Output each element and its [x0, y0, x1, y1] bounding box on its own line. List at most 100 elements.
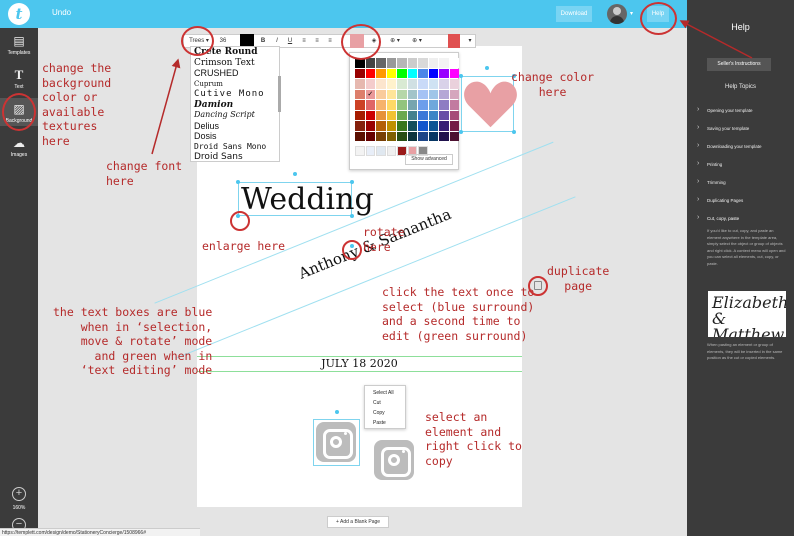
- recent-color-swatch[interactable]: [365, 146, 375, 156]
- color-swatch[interactable]: [418, 89, 428, 99]
- color-swatch[interactable]: [418, 79, 428, 89]
- color-swatch[interactable]: [365, 58, 375, 68]
- zoom-in-button[interactable]: +: [12, 487, 26, 501]
- color-swatch[interactable]: [376, 110, 386, 120]
- color-swatch[interactable]: [376, 89, 386, 99]
- color-swatch[interactable]: [449, 89, 459, 99]
- heart-shape[interactable]: [463, 78, 518, 130]
- color-swatch[interactable]: [386, 68, 396, 78]
- color-swatch[interactable]: [355, 68, 365, 78]
- color-swatch[interactable]: [365, 110, 375, 120]
- resize-handle[interactable]: [459, 130, 463, 134]
- color-swatch[interactable]: [355, 110, 365, 120]
- context-menu-item[interactable]: Select All: [365, 388, 405, 398]
- help-topic-item[interactable]: Duplicating Pages: [697, 196, 789, 216]
- color-swatch[interactable]: [449, 100, 459, 110]
- more-options-icon[interactable]: ▾: [465, 35, 475, 47]
- wedding-date[interactable]: JULY 18 2020: [197, 356, 522, 372]
- font-option[interactable]: Droid Sans Mono: [191, 142, 279, 153]
- resize-handle[interactable]: [512, 130, 516, 134]
- color-swatch[interactable]: [407, 58, 417, 68]
- color-swatch[interactable]: [355, 131, 365, 141]
- recent-color-swatch[interactable]: [355, 146, 365, 156]
- color-swatch[interactable]: [449, 121, 459, 131]
- color-swatch[interactable]: [386, 89, 396, 99]
- color-swatch[interactable]: [376, 68, 386, 78]
- color-swatch[interactable]: [397, 79, 407, 89]
- wedding-title[interactable]: Wedding: [241, 182, 374, 217]
- color-swatch[interactable]: [418, 121, 428, 131]
- color-swatch[interactable]: [449, 110, 459, 120]
- color-swatch[interactable]: [376, 121, 386, 131]
- color-swatch[interactable]: [428, 110, 438, 120]
- help-topic-item[interactable]: Trimming: [697, 178, 789, 198]
- help-topic-item[interactable]: Downloading your template: [697, 142, 789, 162]
- color-swatch[interactable]: [407, 131, 417, 141]
- color-swatch[interactable]: [397, 121, 407, 131]
- color-swatch[interactable]: [355, 100, 365, 110]
- color-swatch[interactable]: [365, 68, 375, 78]
- font-option[interactable]: Crimson Text: [191, 58, 279, 69]
- help-topic-item[interactable]: Saving your template: [697, 124, 789, 144]
- resize-handle[interactable]: [350, 180, 354, 184]
- color-swatch[interactable]: [376, 79, 386, 89]
- color-swatch[interactable]: [365, 79, 375, 89]
- color-swatch[interactable]: [386, 121, 396, 131]
- font-option[interactable]: Cutive Mono: [191, 89, 279, 100]
- color-swatch[interactable]: [397, 110, 407, 120]
- align-center-icon[interactable]: ≡: [312, 35, 322, 47]
- color-swatch[interactable]: [428, 89, 438, 99]
- help-topic-item[interactable]: Opening your template: [697, 106, 789, 126]
- color-swatch[interactable]: [418, 110, 428, 120]
- color-swatch[interactable]: [439, 68, 449, 78]
- color-swatch[interactable]: [439, 79, 449, 89]
- arrange-icon[interactable]: ⊕ ▾: [408, 35, 426, 47]
- instagram-icon[interactable]: [316, 422, 356, 462]
- color-swatch[interactable]: [428, 68, 438, 78]
- font-scrollbar[interactable]: [278, 76, 281, 112]
- rotate-handle[interactable]: [293, 172, 297, 176]
- color-swatch[interactable]: [439, 110, 449, 120]
- color-swatch[interactable]: [449, 131, 459, 141]
- color-swatch[interactable]: [418, 68, 428, 78]
- color-swatch[interactable]: [397, 89, 407, 99]
- underline-button[interactable]: U: [285, 35, 295, 47]
- color-swatch[interactable]: [439, 100, 449, 110]
- context-menu-item[interactable]: Cut: [365, 398, 405, 408]
- color-swatch[interactable]: [376, 100, 386, 110]
- align-left-icon[interactable]: ≡: [299, 35, 309, 47]
- color-swatch[interactable]: [418, 100, 428, 110]
- color-swatch[interactable]: [407, 89, 417, 99]
- sidebar-item-text[interactable]: T Text: [0, 68, 38, 91]
- color-swatch[interactable]: ✓: [365, 89, 375, 99]
- color-swatch[interactable]: [428, 121, 438, 131]
- color-swatch[interactable]: [365, 100, 375, 110]
- color-swatch[interactable]: [407, 68, 417, 78]
- color-swatch[interactable]: [449, 68, 459, 78]
- context-menu-item[interactable]: Copy: [365, 408, 405, 418]
- help-topic-item[interactable]: Printing: [697, 160, 789, 180]
- color-swatch[interactable]: [418, 58, 428, 68]
- align-right-icon[interactable]: ≡: [325, 35, 335, 47]
- instagram-icon[interactable]: [374, 440, 414, 480]
- download-button[interactable]: Download: [556, 6, 592, 22]
- context-menu-item[interactable]: Paste: [365, 418, 405, 428]
- color-swatch[interactable]: [386, 100, 396, 110]
- sellers-instructions-button[interactable]: Seller's Instructions: [707, 58, 771, 71]
- templett-logo[interactable]: t: [8, 3, 30, 25]
- color-swatch[interactable]: [355, 79, 365, 89]
- color-swatch[interactable]: [397, 68, 407, 78]
- color-swatch[interactable]: [439, 131, 449, 141]
- color-swatch[interactable]: [439, 58, 449, 68]
- color-swatch[interactable]: [439, 89, 449, 99]
- color-swatch[interactable]: [386, 131, 396, 141]
- color-swatch[interactable]: [376, 58, 386, 68]
- color-swatch[interactable]: [428, 79, 438, 89]
- resize-handle[interactable]: [236, 180, 240, 184]
- chevron-down-icon[interactable]: ▾: [630, 10, 633, 17]
- color-swatch[interactable]: [386, 110, 396, 120]
- avatar[interactable]: [607, 4, 627, 24]
- font-option[interactable]: Cuprum: [191, 79, 279, 90]
- font-option[interactable]: Droid Sans: [191, 152, 279, 161]
- color-swatch[interactable]: [355, 89, 365, 99]
